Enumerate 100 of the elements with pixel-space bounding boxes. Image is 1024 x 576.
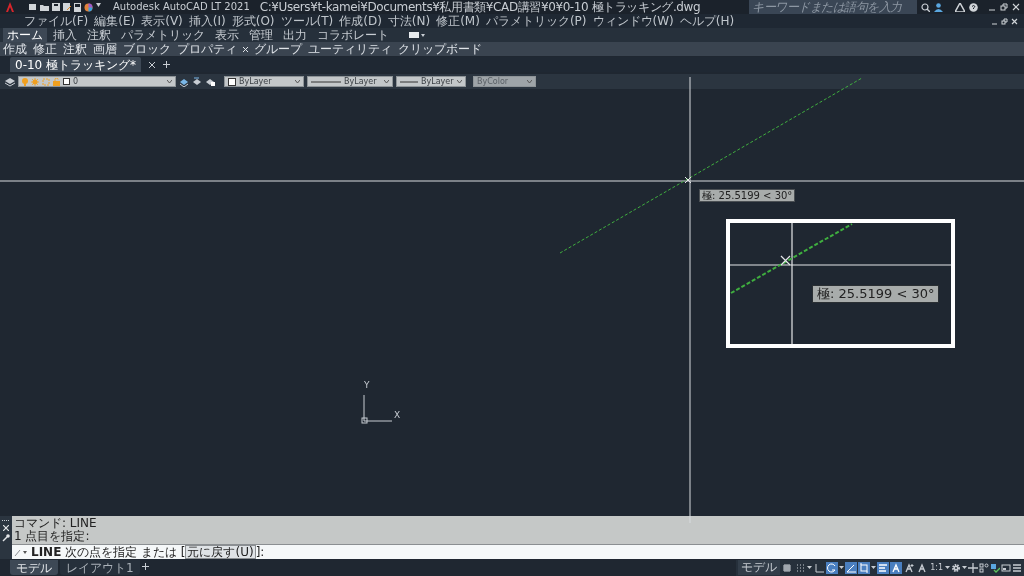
angle-toggle[interactable] — [845, 561, 858, 574]
plus-icon[interactable] — [968, 562, 978, 573]
color-dropdown[interactable]: ByLayer — [224, 76, 304, 87]
ribbon-panel-title[interactable]: 作成 — [3, 42, 27, 56]
caret-icon — [527, 80, 532, 83]
ribbon-tab[interactable]: 管理 — [245, 28, 277, 42]
layer-match-icon[interactable] — [179, 76, 189, 87]
save-icon[interactable] — [52, 2, 60, 11]
menu-item[interactable]: ウィンドウ(W) — [592, 14, 674, 28]
user-icon[interactable] — [934, 2, 943, 12]
search-icon[interactable] — [921, 2, 930, 12]
annotation-toggle[interactable] — [903, 561, 916, 574]
gear-icon[interactable] — [951, 562, 961, 573]
menu-item[interactable]: 表示(V) — [141, 14, 183, 28]
menu-item[interactable]: 編集(E) — [94, 14, 136, 28]
object-snap-toggle[interactable] — [858, 561, 871, 574]
help-icon[interactable] — [969, 2, 978, 12]
menu-item[interactable]: ファイル(F) — [24, 14, 89, 28]
caret-icon — [384, 80, 389, 83]
layer-properties-icon[interactable] — [4, 76, 15, 87]
annotation-scale[interactable]: 1:1 — [929, 563, 944, 572]
ribbon-tab[interactable]: 注釈 — [83, 28, 115, 42]
caret-icon[interactable] — [962, 566, 967, 569]
wrench-icon[interactable] — [2, 534, 10, 542]
menu-item[interactable]: 挿入(I) — [188, 14, 226, 28]
document-tab[interactable]: 0-10 極トラッキング* — [10, 57, 142, 72]
layer-previous-icon[interactable] — [192, 76, 202, 87]
new-file-icon[interactable] — [28, 2, 37, 11]
menu-item[interactable]: 寸法(N) — [387, 14, 431, 28]
menu-item[interactable]: 作成(D) — [339, 14, 382, 28]
ribbon-panel-title[interactable]: ユーティリティ — [308, 42, 392, 56]
menu-item[interactable]: パラメトリック(P) — [485, 14, 587, 28]
linetype-dropdown[interactable]: ByLayer — [307, 76, 393, 87]
caret-icon — [167, 80, 172, 83]
lineweight-dropdown[interactable]: ByLayer — [396, 76, 466, 87]
caret-icon[interactable] — [945, 566, 950, 569]
expand-icon[interactable] — [243, 46, 248, 52]
ribbon-panel-title[interactable]: 注釈 — [63, 42, 87, 56]
tooltip: 極: 25.5199 < 30° — [699, 189, 796, 202]
menu-item[interactable]: 形式(O) — [231, 14, 275, 28]
prompt-end: ]: — [255, 545, 265, 559]
command-history-line: 1 点目を指定: — [14, 530, 91, 543]
grip-icon[interactable] — [2, 519, 10, 522]
fullscreen-icon[interactable] — [1001, 562, 1011, 573]
lineweight-toggle[interactable] — [877, 561, 890, 574]
prompt-option[interactable]: 元に戻す(U) — [185, 545, 256, 559]
file-path: C:¥Users¥t-kamei¥Documents¥私用書類¥CAD講習¥0¥0-10 極トラッキング.dwg — [259, 0, 701, 14]
caret-icon[interactable] — [96, 2, 101, 7]
folder-icon[interactable] — [40, 2, 49, 11]
line-sample-icon — [311, 80, 341, 83]
close-icon[interactable] — [1011, 17, 1018, 25]
ribbon-panel-title[interactable]: クリップボード — [398, 42, 482, 56]
isolate-icon[interactable] — [979, 562, 989, 573]
ribbon-tab[interactable]: 出力 — [279, 28, 311, 42]
layout-tab[interactable]: モデル — [10, 559, 58, 575]
hardware-icon[interactable] — [990, 562, 1000, 573]
close-icon[interactable] — [3, 525, 9, 531]
layer-state-icon[interactable] — [205, 76, 215, 87]
layer-name: 0 — [73, 76, 79, 87]
ribbon-panel-title[interactable]: ブロック — [123, 42, 171, 56]
layout-tab[interactable]: レイアウト1 — [60, 559, 140, 575]
annotation-toggle[interactable] — [890, 561, 903, 574]
color-wheel-icon[interactable] — [84, 2, 93, 12]
line-sample-icon — [400, 80, 418, 83]
ribbon-tab[interactable]: 挿入 — [49, 28, 81, 42]
caret-icon[interactable] — [839, 566, 845, 569]
menu-item[interactable]: 修正(M) — [436, 14, 480, 28]
ribbon-tab[interactable]: 表示 — [211, 28, 243, 42]
ribbon-tab[interactable]: ホーム — [3, 28, 47, 42]
caret-icon[interactable] — [807, 566, 813, 569]
polar-icon — [827, 562, 838, 573]
angle-icon — [846, 562, 857, 573]
ribbon-panel-title[interactable]: グループ — [254, 42, 302, 56]
plus-icon[interactable] — [141, 562, 149, 570]
save-as-icon[interactable] — [63, 2, 71, 11]
close-icon[interactable] — [1012, 3, 1020, 11]
print-icon[interactable] — [74, 2, 81, 12]
ribbon-tab[interactable]: コラボレート — [313, 28, 393, 42]
menu-icon[interactable] — [1012, 562, 1022, 573]
ribbon-panel-title[interactable]: 画層 — [93, 42, 117, 56]
model-space-button[interactable]: モデル — [738, 560, 781, 575]
menu-item[interactable]: ツール(T) — [280, 14, 334, 28]
ribbon-panel-title[interactable]: プロパティ — [177, 42, 237, 56]
menu-item[interactable]: ヘルプ(H) — [679, 14, 735, 28]
color-swatch-icon — [228, 77, 236, 86]
snap-grid-toggle[interactable] — [794, 561, 807, 574]
polar-toggle[interactable] — [826, 561, 839, 574]
layer-dropdown[interactable]: 0 — [18, 76, 176, 87]
plus-icon[interactable] — [163, 61, 171, 68]
angle-toggle[interactable] — [813, 561, 826, 574]
ucs-icon — [361, 394, 393, 424]
command-icon[interactable] — [14, 547, 28, 557]
triangle-a-icon[interactable] — [955, 2, 965, 12]
panel-toggle-icon[interactable] — [409, 32, 425, 38]
ribbon-tab[interactable]: パラメトリック — [117, 28, 209, 42]
search-field[interactable]: キーワードまたは語句を入力 — [749, 0, 917, 14]
caret-icon[interactable] — [871, 566, 877, 569]
ribbon-panel-title[interactable]: 修正 — [33, 42, 57, 56]
close-icon[interactable] — [149, 61, 156, 68]
annotation-icon — [904, 562, 915, 573]
